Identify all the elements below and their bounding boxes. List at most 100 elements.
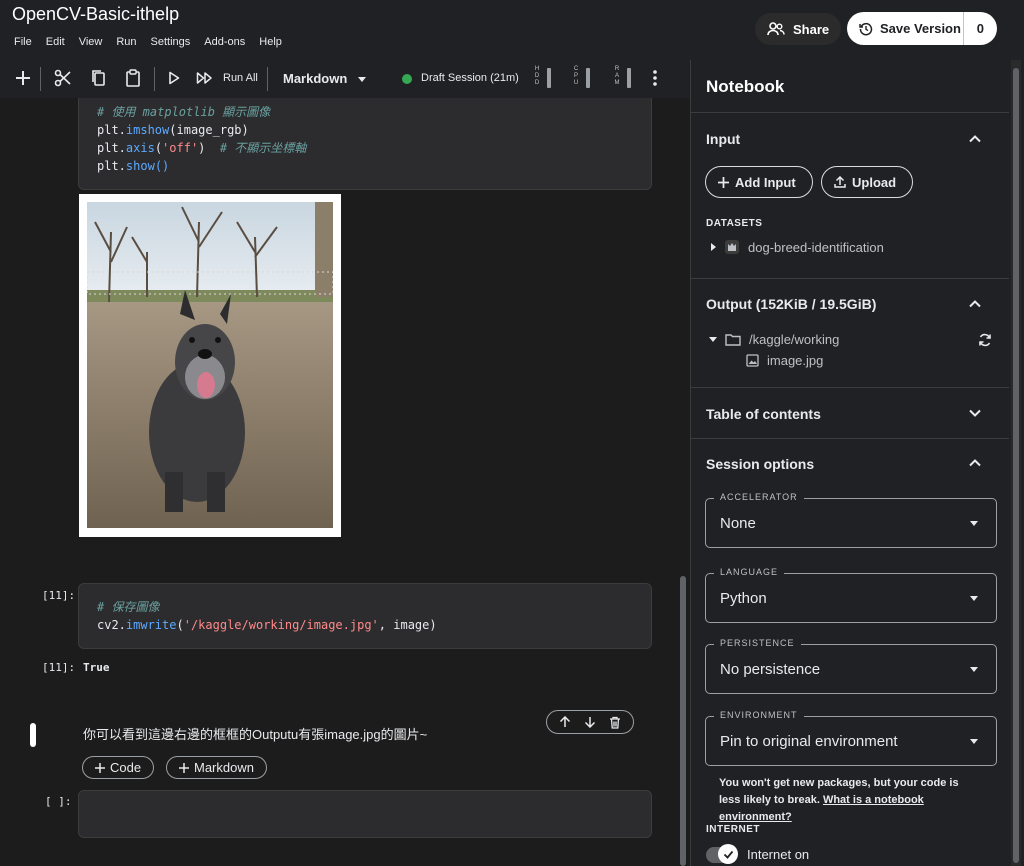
chevron-up-icon[interactable]: [967, 296, 983, 312]
save-version-button[interactable]: Save Version 0: [847, 12, 997, 45]
accelerator-select[interactable]: ACCELERATOR None: [705, 492, 997, 548]
menu-run[interactable]: Run: [116, 36, 136, 48]
menu-help[interactable]: Help: [259, 36, 282, 48]
save-version-label: Save Version: [880, 21, 961, 36]
divider: [691, 438, 1009, 439]
output-folder[interactable]: /kaggle/working: [709, 332, 839, 347]
cpu-metric-label: CPU: [573, 66, 579, 86]
output-image: [79, 194, 341, 537]
add-cell-icon[interactable]: [12, 67, 34, 89]
more-options-icon[interactable]: [644, 67, 666, 89]
toolbar-divider: [40, 67, 41, 91]
move-up-icon[interactable]: [559, 716, 571, 728]
scissors-icon[interactable]: [52, 67, 74, 89]
check-icon: [723, 850, 733, 859]
code-token: plt.: [97, 141, 126, 155]
selected-cell-indicator: [30, 723, 36, 747]
internet-status: Internet on: [747, 847, 810, 862]
code-token: (): [154, 159, 170, 173]
code-cell[interactable]: # 保存圖像 cv2.imwrite('/kaggle/working/imag…: [78, 583, 652, 649]
internet-toggle[interactable]: [706, 844, 738, 864]
menu-add-ons[interactable]: Add-ons: [204, 36, 245, 48]
output-file-name: image.jpg: [767, 353, 824, 368]
execution-count: [11]:: [42, 589, 76, 602]
code-comment: # 不顯示坐標軸: [219, 141, 307, 155]
toolbar-divider: [267, 67, 268, 91]
empty-code-cell[interactable]: [78, 790, 652, 838]
add-markdown-button[interactable]: Markdown: [166, 756, 267, 779]
code-editor[interactable]: # 使用 matplotlib 顯示圖像 plt.imshow(image_rg…: [97, 103, 306, 175]
image-file-icon: [746, 354, 759, 367]
add-input-button[interactable]: Add Input: [705, 166, 813, 198]
run-all-icon[interactable]: [194, 67, 216, 89]
output-file[interactable]: image.jpg: [746, 353, 823, 368]
collapse-arrow-icon[interactable]: [709, 337, 717, 342]
upload-label: Upload: [852, 174, 897, 190]
persistence-label: PERSISTENCE: [714, 638, 801, 648]
code-function: show: [125, 159, 155, 173]
output-section-header[interactable]: Output (152KiB / 19.5GiB): [706, 296, 876, 312]
chevron-up-icon[interactable]: [967, 131, 983, 147]
input-section-header[interactable]: Input: [706, 131, 740, 147]
code-editor[interactable]: # 保存圖像 cv2.imwrite('/kaggle/working/imag…: [97, 598, 437, 634]
code-cell[interactable]: # 使用 matplotlib 顯示圖像 plt.imshow(image_rg…: [78, 98, 652, 190]
notebook-editor: # 使用 matplotlib 顯示圖像 plt.imshow(image_rg…: [0, 98, 690, 866]
notebook-title[interactable]: OpenCV-Basic-ithelp: [12, 4, 179, 25]
expand-arrow-icon[interactable]: [711, 243, 716, 251]
upload-button[interactable]: Upload: [821, 166, 913, 198]
people-icon: [767, 22, 785, 36]
output-count: [11]:: [42, 661, 76, 674]
run-cell-icon[interactable]: [163, 67, 185, 89]
output-folder-name: /kaggle/working: [749, 332, 840, 347]
execution-count: [ ]:: [45, 795, 72, 808]
toc-section-header[interactable]: Table of contents: [706, 406, 821, 422]
paste-icon[interactable]: [122, 67, 144, 89]
environment-label: ENVIRONMENT: [714, 710, 804, 720]
menu-settings[interactable]: Settings: [151, 36, 191, 48]
code-string: 'off': [162, 141, 199, 155]
chevron-down-icon[interactable]: [967, 405, 983, 421]
hdd-metric-label: HDD: [534, 66, 540, 86]
folder-icon: [725, 334, 741, 346]
panel-scrollbar-thumb[interactable]: [1013, 68, 1019, 863]
cell-type-dropdown-icon[interactable]: [358, 77, 366, 82]
chevron-up-icon[interactable]: [967, 455, 983, 471]
add-code-button[interactable]: Code: [82, 756, 155, 779]
datasets-label: DATASETS: [706, 218, 763, 229]
session-status-dot: [402, 74, 412, 84]
markdown-text[interactable]: 你可以看到這邊右邊的框框的Outputu有張image.jpg的圖片~: [83, 724, 427, 743]
menu-file[interactable]: File: [14, 36, 32, 48]
trash-icon[interactable]: [609, 716, 621, 729]
add-input-label: Add Input: [735, 174, 796, 190]
dataset-item[interactable]: dog-breed-identification: [711, 239, 884, 255]
dog-photo: [87, 202, 333, 528]
environment-value: Pin to original environment: [720, 733, 898, 750]
code-comment: # 保存圖像: [97, 600, 160, 614]
menu-edit[interactable]: Edit: [46, 36, 65, 48]
language-select[interactable]: LANGUAGE Python: [705, 567, 997, 623]
persistence-value: No persistence: [720, 661, 821, 678]
refresh-icon[interactable]: [978, 333, 992, 347]
menu-view[interactable]: View: [79, 36, 103, 48]
divider: [691, 387, 1009, 388]
move-down-icon[interactable]: [584, 716, 596, 728]
internet-label: INTERNET: [706, 824, 760, 835]
cell-type-select[interactable]: Markdown: [283, 71, 347, 86]
environment-select[interactable]: ENVIRONMENT Pin to original environment: [705, 710, 997, 766]
run-all-button[interactable]: Run All: [223, 72, 258, 84]
accelerator-value: None: [720, 515, 756, 532]
share-button[interactable]: Share: [755, 13, 842, 45]
code-comment: # 使用 matplotlib 顯示圖像: [97, 105, 271, 119]
code-function: axis: [125, 141, 155, 155]
persistence-select[interactable]: PERSISTENCE No persistence: [705, 638, 997, 694]
copy-icon[interactable]: [87, 67, 109, 89]
session-status[interactable]: Draft Session (21m): [421, 72, 519, 84]
dropdown-arrow-icon: [970, 521, 978, 526]
code-token: , image): [378, 618, 437, 632]
add-code-label: Code: [110, 760, 142, 775]
panel-scrollbar[interactable]: [1011, 60, 1021, 866]
session-options-header[interactable]: Session options: [706, 456, 814, 472]
editor-scrollbar[interactable]: [680, 576, 686, 866]
hdd-meter: [547, 68, 551, 88]
top-bar: OpenCV-Basic-ithelp File Edit View Run S…: [0, 0, 1024, 60]
